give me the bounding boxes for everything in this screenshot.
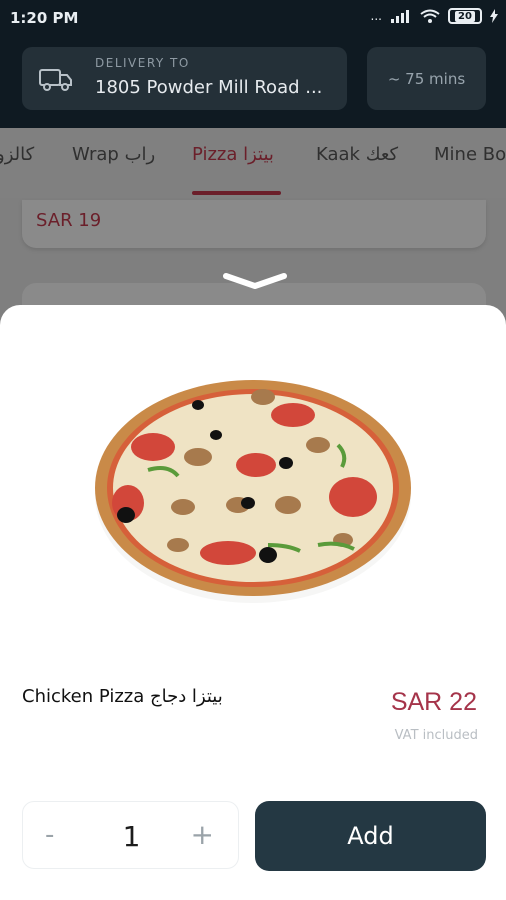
signal-icon — [391, 10, 409, 23]
delivery-eta[interactable]: ~ 75 mins — [367, 47, 486, 110]
tab-pizza[interactable]: Pizza بيتزا — [192, 144, 274, 165]
status-bar: 1:20 PM ... 20 — [0, 0, 506, 36]
tab-mine-bo[interactable]: Mine Bo — [434, 144, 506, 165]
increase-quantity-button[interactable]: + — [191, 818, 214, 851]
delivery-label: DELIVERY TO — [95, 56, 190, 70]
category-tabs: كالزو Wrap راب Pizza بيتزا Kaak كعك Mine… — [0, 128, 506, 198]
item-name: Chicken Pizza بيتزا دجاج — [22, 686, 223, 707]
delivery-address-selector[interactable]: DELIVERY TO 1805 Powder Mill Road ... — [22, 47, 347, 110]
app-header: 1:20 PM ... 20 DELIVERY TO 1805 Powder M… — [0, 0, 506, 128]
add-to-cart-button[interactable]: Add — [255, 801, 486, 871]
tab-kaak[interactable]: Kaak كعك — [316, 144, 398, 165]
delivery-truck-icon — [39, 69, 72, 91]
battery-icon: 20 — [448, 8, 482, 24]
charging-icon — [490, 9, 498, 23]
add-button-label: Add — [347, 822, 394, 850]
item-detail-sheet: Chicken Pizza بيتزا دجاج SAR 22 VAT incl… — [0, 305, 506, 900]
quantity-stepper: - 1 + — [22, 801, 239, 869]
status-icons: ... 20 — [371, 8, 498, 24]
tab-calzone[interactable]: كالزو — [0, 144, 34, 165]
chevron-down-icon[interactable] — [222, 272, 288, 292]
background-item-price: SAR 19 — [36, 210, 102, 231]
tab-wrap[interactable]: Wrap راب — [72, 144, 155, 165]
item-price: SAR 22 — [390, 688, 477, 716]
wifi-icon — [420, 9, 440, 23]
status-time: 1:20 PM — [10, 9, 79, 27]
battery-level: 20 — [455, 10, 475, 22]
pizza-image — [88, 375, 418, 605]
active-tab-indicator — [192, 191, 281, 195]
notification-dots-icon: ... — [370, 9, 382, 23]
eta-text: ~ 75 mins — [387, 69, 466, 88]
background-menu-item: SAR 19 — [22, 200, 486, 248]
delivery-address: 1805 Powder Mill Road ... — [95, 77, 323, 98]
vat-note: VAT included — [394, 728, 478, 743]
